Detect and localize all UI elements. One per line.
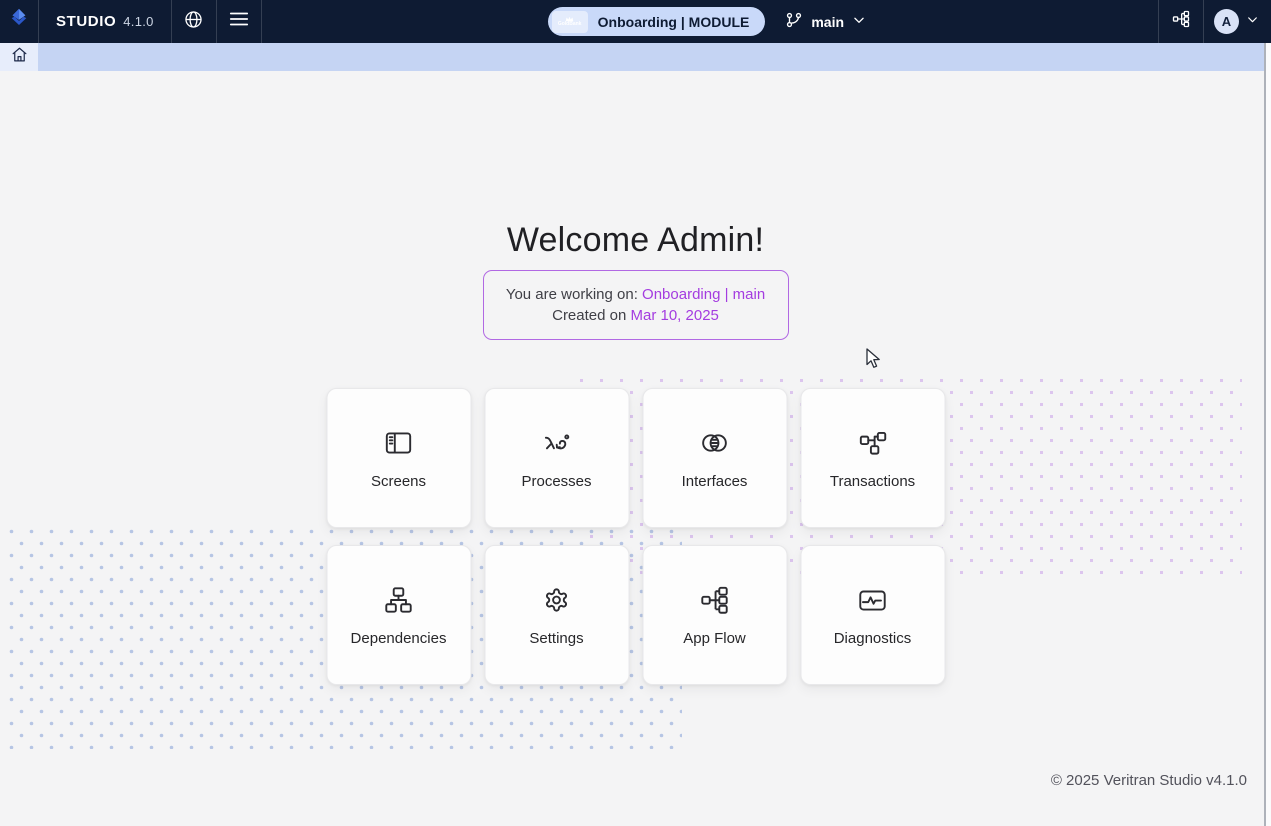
branch-label: main [811,14,844,30]
created-on-line: Created on Mar 10, 2025 [504,305,768,326]
home-tab[interactable] [0,43,38,71]
card-interfaces[interactable]: Interfaces [642,388,787,528]
navbar-right: A [1158,0,1271,43]
dependencies-icon [382,583,416,617]
main-menu-button[interactable] [217,0,261,43]
card-settings[interactable]: Settings [484,545,629,685]
card-label: Interfaces [682,473,748,490]
card-label: App Flow [683,630,746,647]
card-transactions[interactable]: Transactions [800,388,945,528]
card-label: Transactions [830,473,915,490]
git-branch-icon [785,11,803,32]
vertical-scrollbar[interactable] [1264,43,1271,826]
avatar: A [1214,9,1239,34]
navbar-center: GoldBank Onboarding | MODULE main [262,0,1158,43]
brand-version: 4.1.0 [123,14,153,29]
module-selector-button[interactable]: GoldBank Onboarding | MODULE [548,7,766,36]
module-thumbnail-label: GoldBank [558,22,582,27]
app-flow-icon [698,583,732,617]
veritran-logo-icon [8,8,30,35]
created-on-prefix: Created on [552,307,630,324]
working-on-box: You are working on: Onboarding | main Cr… [483,270,789,340]
tab-bar [0,43,1264,71]
card-dependencies[interactable]: Dependencies [326,545,471,685]
logo-button[interactable] [0,0,38,43]
module-selector-label: Onboarding | MODULE [598,14,750,30]
page-title: Welcome Admin! [0,221,1271,260]
hamburger-icon [228,10,250,33]
card-label: Dependencies [351,630,447,647]
card-label: Processes [521,473,591,490]
app-flow-icon [1171,9,1191,34]
card-label: Screens [371,473,426,490]
card-screens[interactable]: Screens [326,388,471,528]
screens-icon [382,426,416,460]
settings-gear-icon [540,583,574,617]
interfaces-icon [698,426,732,460]
transactions-icon [856,426,890,460]
branch-selector[interactable]: main [779,10,872,33]
working-on-line: You are working on: Onboarding | main [504,284,768,305]
created-date-link[interactable]: Mar 10, 2025 [631,307,719,324]
globe-icon [183,9,204,35]
brand-name: STUDIO [56,13,116,30]
brand: STUDIO 4.1.0 [39,0,171,43]
card-processes[interactable]: Processes [484,388,629,528]
card-label: Diagnostics [834,630,912,647]
processes-icon [540,426,574,460]
card-label: Settings [529,630,583,647]
chevron-down-icon [1246,13,1259,31]
language-button[interactable] [172,0,216,43]
diagnostics-icon [856,583,890,617]
home-icon [11,46,28,68]
card-app-flow[interactable]: App Flow [642,545,787,685]
card-diagnostics[interactable]: Diagnostics [800,545,945,685]
app-flow-nav-button[interactable] [1159,0,1203,43]
copyright-text: © 2025 Veritran Studio v4.1.0 [1051,772,1247,789]
module-branch-link[interactable]: Onboarding | main [642,286,765,303]
module-thumbnail: GoldBank [552,11,588,33]
user-menu-button[interactable]: A [1204,0,1271,43]
top-navbar: STUDIO 4.1.0 GoldBank [0,0,1271,43]
shortcut-grid: Screens Processes Interfaces [326,388,945,685]
working-on-prefix: You are working on: [506,286,642,303]
mouse-cursor [866,348,885,375]
chevron-down-icon [852,13,866,30]
